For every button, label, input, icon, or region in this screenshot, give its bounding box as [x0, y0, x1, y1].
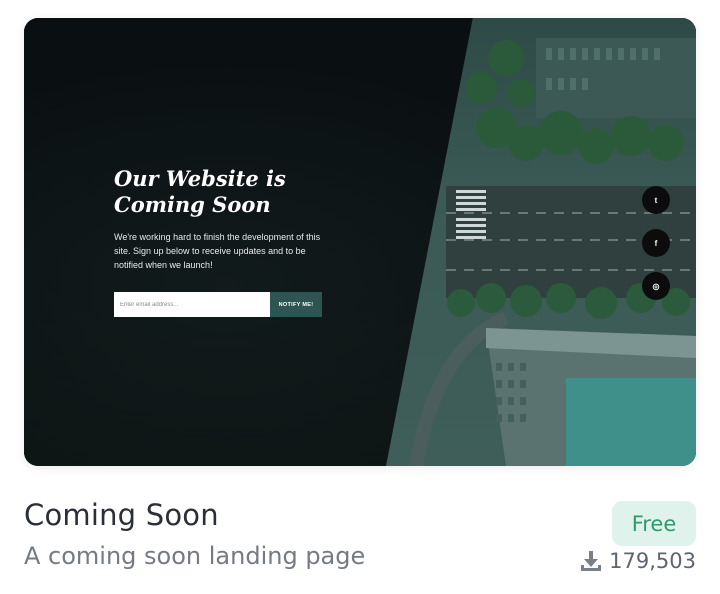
preview-description: We're working hard to finish the develop… — [114, 232, 321, 270]
price-badge: Free — [612, 501, 696, 546]
facebook-glyph: f — [654, 238, 658, 248]
instagram-icon[interactable]: ◎ — [642, 272, 670, 300]
twitter-icon[interactable]: t — [642, 186, 670, 214]
facebook-icon[interactable]: f — [642, 229, 670, 257]
template-card[interactable]: Our Website is Coming Soon We're working… — [0, 0, 720, 594]
preview-headline: Our Website is Coming Soon — [114, 166, 286, 217]
twitter-glyph: t — [654, 195, 658, 205]
template-subtitle: A coming soon landing page — [24, 542, 366, 570]
template-preview-image[interactable]: Our Website is Coming Soon We're working… — [24, 18, 696, 466]
instagram-glyph: ◎ — [652, 281, 660, 291]
preview-signup-form: NOTIFY ME! — [114, 292, 322, 317]
download-count: 179,503 — [609, 549, 696, 573]
download-icon — [581, 551, 602, 571]
preview-email-input[interactable] — [114, 292, 270, 317]
download-stats: 179,503 — [579, 549, 696, 573]
preview-notify-button[interactable]: NOTIFY ME! — [270, 292, 322, 317]
template-title[interactable]: Coming Soon — [24, 498, 219, 532]
